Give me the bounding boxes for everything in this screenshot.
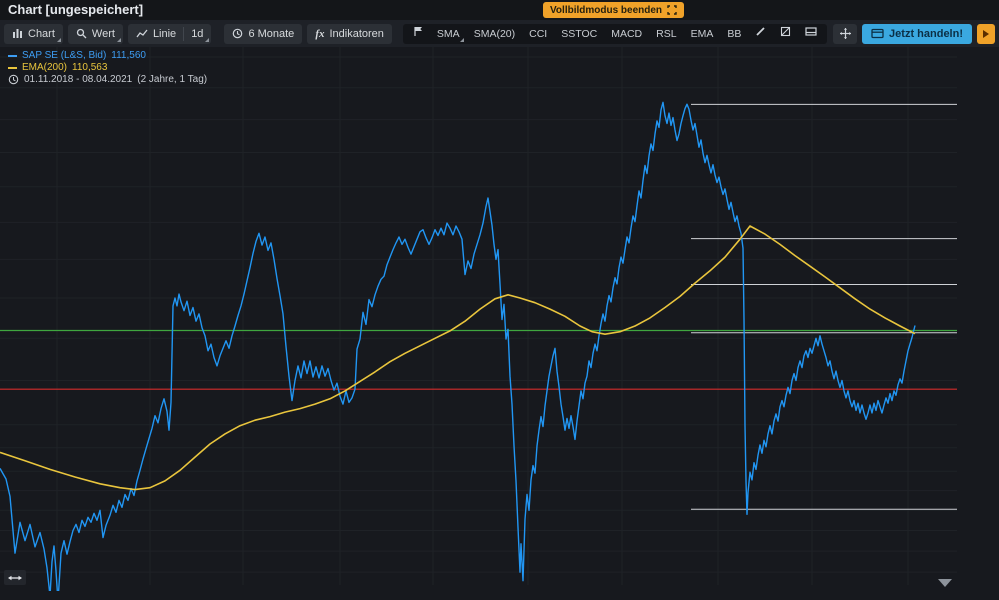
- toolbar-right-cluster: Jetzt handeln!: [833, 24, 995, 44]
- linie-menu-label: Linie: [153, 28, 176, 40]
- range-label: 6 Monate: [248, 28, 294, 40]
- instrument-search-button[interactable]: Wert: [68, 24, 123, 44]
- move-icon: [839, 27, 852, 40]
- indicator-shortcut-ema[interactable]: EMA: [685, 24, 720, 44]
- pan-horizontal-icon: [8, 574, 22, 582]
- exit-fullscreen-icon: [667, 5, 677, 15]
- line-chart-icon: [136, 29, 148, 39]
- price-series-swatch: [8, 55, 17, 57]
- indicator-shortcut-sma[interactable]: SMA: [431, 24, 466, 44]
- legend-period: 01.11.2018 - 08.04.2021 (2 Jahre, 1 Tag): [8, 74, 207, 85]
- scroll-down-icon[interactable]: [938, 579, 952, 587]
- interval-label[interactable]: 1d: [191, 28, 203, 40]
- indicator-shortcut-bb[interactable]: BB: [721, 24, 747, 44]
- title-bar: Chart [ungespeichert] Vollbildmodus been…: [0, 0, 999, 20]
- indicator-shortcut-cci[interactable]: CCI: [523, 24, 553, 44]
- ema-line: [0, 226, 915, 490]
- indicators-label: Indikatoren: [329, 28, 383, 40]
- ema-series-swatch: [8, 67, 17, 69]
- expand-panel-button[interactable]: [977, 24, 995, 44]
- trading-app: Chart [ungespeichert] Vollbildmodus been…: [0, 0, 999, 600]
- indicator-shortcut-strip: SMASMA(20)CCISSTOCMACDRSLEMABB: [403, 24, 827, 44]
- wert-menu-label: Wert: [92, 28, 115, 40]
- flag-icon[interactable]: [407, 24, 429, 44]
- trade-now-button[interactable]: Jetzt handeln!: [862, 24, 972, 44]
- price-line: [0, 102, 915, 600]
- price-series-value: 111,560: [111, 50, 146, 61]
- time-range-button[interactable]: 6 Monate: [224, 24, 302, 44]
- chevron-down-icon: [117, 38, 121, 42]
- chart-canvas[interactable]: [0, 0, 999, 600]
- draw-tool-icon[interactable]: [749, 24, 772, 44]
- chart-legend: SAP SE (L&S, Bid) 111,560 EMA(200) 110,5…: [8, 50, 207, 86]
- clock-icon: [232, 28, 243, 39]
- chevron-down-icon: [460, 38, 464, 42]
- clock-icon: [8, 74, 19, 85]
- indicator-shortcut-sma20[interactable]: SMA(20): [468, 24, 521, 44]
- trade-card-icon: [871, 28, 884, 39]
- bar-chart-icon: [12, 28, 23, 39]
- chevron-down-icon: [57, 38, 61, 42]
- legend-series-ema[interactable]: EMA(200) 110,563: [8, 62, 207, 73]
- line-style-interval-button[interactable]: Linie 1d: [128, 24, 212, 44]
- indicator-shortcut-sstoc[interactable]: SSTOC: [555, 24, 603, 44]
- chevron-down-icon: [205, 38, 209, 42]
- divider: [183, 27, 184, 41]
- ema-series-value: 110,563: [72, 62, 107, 73]
- period-note: (2 Jahre, 1 Tag): [137, 74, 207, 85]
- indicator-shortcut-macd[interactable]: MACD: [605, 24, 648, 44]
- indicators-button[interactable]: fx Indikatoren: [307, 24, 392, 44]
- trade-now-label: Jetzt handeln!: [889, 28, 963, 40]
- fx-icon: fx: [315, 28, 324, 40]
- ema-series-name: EMA(200): [22, 62, 67, 73]
- exit-fullscreen-button[interactable]: Vollbildmodus beenden: [543, 2, 684, 18]
- search-icon: [76, 28, 87, 39]
- chart-type-menu-button[interactable]: Chart: [4, 24, 63, 44]
- move-chart-button[interactable]: [833, 24, 857, 44]
- indicator-shortcut-rsl[interactable]: RSL: [650, 24, 682, 44]
- price-series-name: SAP SE (L&S, Bid): [22, 50, 106, 61]
- exit-fullscreen-label: Vollbildmodus beenden: [550, 5, 662, 16]
- play-icon: [983, 30, 989, 38]
- legend-series-price[interactable]: SAP SE (L&S, Bid) 111,560: [8, 50, 207, 61]
- period-label: 01.11.2018 - 08.04.2021: [24, 74, 132, 85]
- page-title: Chart [ungespeichert]: [8, 2, 143, 17]
- pattern-tool-icon[interactable]: [774, 24, 797, 44]
- pan-horizontal-button[interactable]: [4, 570, 26, 585]
- toolbar: Chart Wert Linie 1d 6 Mona: [0, 20, 999, 47]
- chart-menu-label: Chart: [28, 28, 55, 40]
- card-tool-icon[interactable]: [799, 24, 823, 44]
